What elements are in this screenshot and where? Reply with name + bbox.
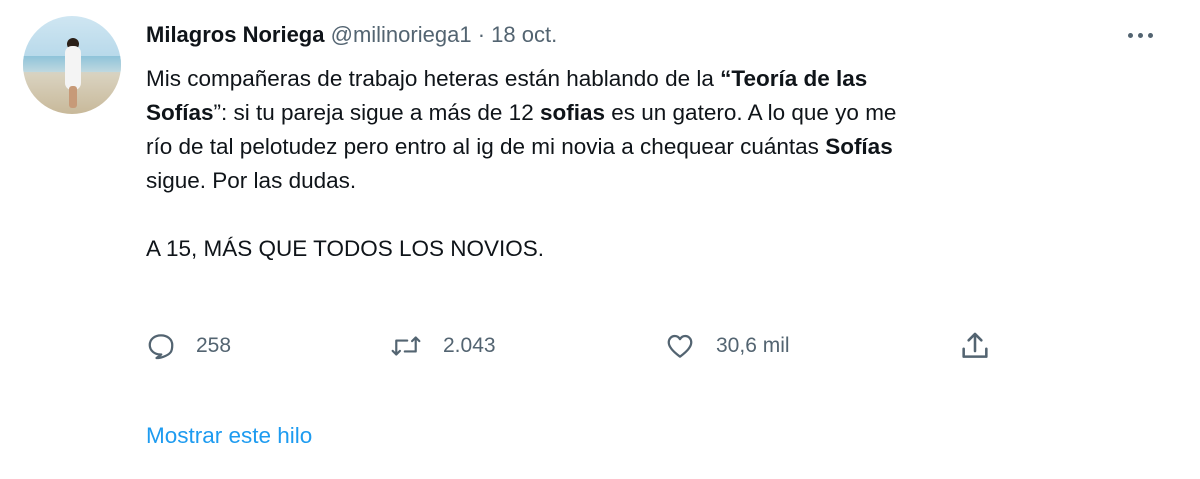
tweet-actions: 258 2.043 30,6 mil	[146, 326, 1046, 366]
share-icon	[958, 329, 992, 363]
like-button[interactable]: 30,6 mil	[664, 326, 790, 366]
heart-icon	[664, 331, 696, 361]
retweet-count: 2.043	[443, 334, 496, 357]
more-dots-icon	[1147, 32, 1153, 38]
tweet-line-2: Sofías”: si tu pareja sigue a más de 12 …	[146, 96, 1156, 130]
show-thread-link[interactable]: Mostrar este hilo	[146, 421, 312, 451]
tweet-line-3: río de tal pelotudez pero entro al ig de…	[146, 130, 1156, 164]
more-dots-icon	[1137, 32, 1143, 38]
author-avatar[interactable]	[23, 16, 121, 114]
tweet-line-4: sigue. Por las dudas.	[146, 168, 357, 193]
like-count: 30,6 mil	[716, 334, 790, 357]
tweet-card[interactable]: Milagros Noriega @milinoriega1 · 18 oct.…	[0, 0, 1200, 479]
tweet-line-1: Mis compañeras de trabajo heteras están …	[146, 62, 1156, 96]
more-dots-icon	[1127, 32, 1133, 38]
reply-icon	[146, 331, 176, 361]
tweet-header: Milagros Noriega @milinoriega1 · 18 oct.	[146, 20, 557, 50]
tweet-text-segment: ”: si tu pareja sigue a más de 12	[213, 100, 540, 125]
header-separator: ·	[477, 22, 486, 47]
more-options-button[interactable]	[1118, 22, 1162, 48]
tweet-text-segment: río de tal pelotudez pero entro al ig de…	[146, 134, 826, 159]
tweet-text: Mis compañeras de trabajo heteras están …	[146, 62, 1156, 266]
reply-button[interactable]: 258	[146, 326, 231, 366]
tweet-text-bold: sofias	[539, 100, 605, 125]
tweet-text-segment: es un gatero. A lo que yo me	[605, 100, 897, 125]
author-handle[interactable]: @milinoriega1	[331, 22, 472, 47]
tweet-text-bold: Sofías	[146, 100, 214, 125]
reply-count: 258	[196, 334, 232, 357]
tweet-text-segment: Mis compañeras de trabajo heteras están …	[146, 66, 721, 91]
tweet-line-5: A 15, MÁS QUE TODOS LOS NOVIOS.	[146, 236, 545, 261]
tweet-text-bold: “Teoría de las	[720, 66, 868, 91]
share-button[interactable]	[958, 326, 992, 366]
tweet-text-bold: Sofías	[825, 134, 893, 159]
tweet-date[interactable]: 18 oct.	[491, 22, 557, 47]
avatar-figure-body	[65, 46, 81, 90]
retweet-icon	[389, 331, 423, 361]
retweet-button[interactable]: 2.043	[389, 326, 496, 366]
avatar-figure-leg	[69, 86, 77, 108]
author-name[interactable]: Milagros Noriega	[146, 22, 324, 47]
